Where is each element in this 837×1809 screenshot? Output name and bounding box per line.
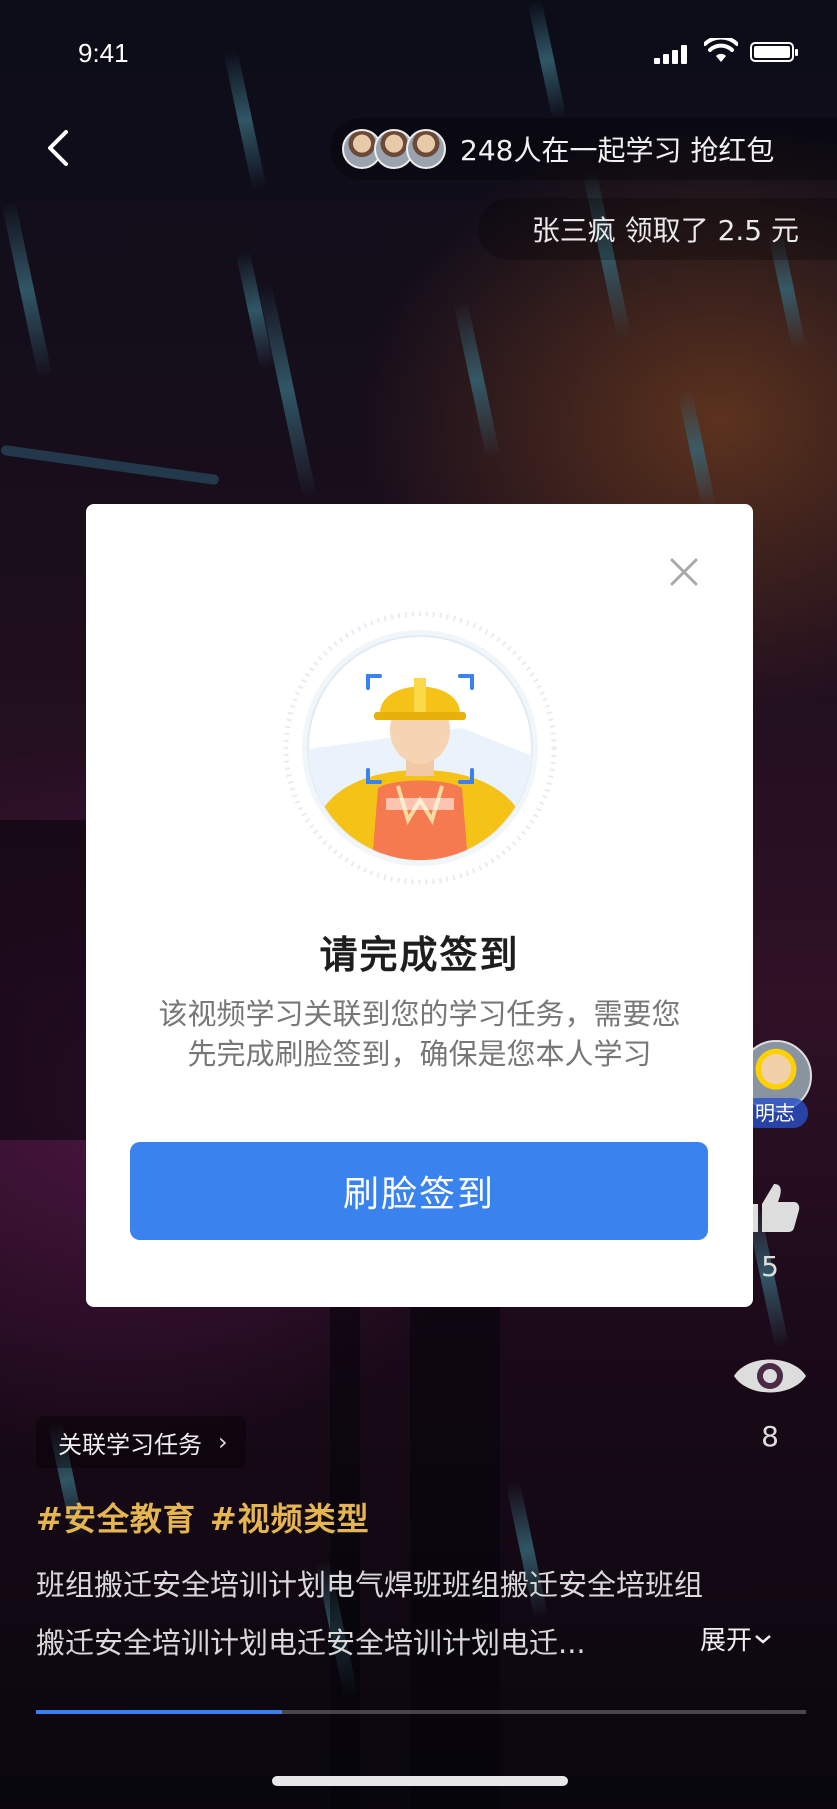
battery-icon: [750, 42, 798, 62]
eye-icon: [734, 1359, 806, 1393]
close-icon[interactable]: [666, 554, 702, 590]
hashtag[interactable]: #安全教育: [36, 1500, 196, 1538]
related-task-label: 关联学习任务: [58, 1430, 202, 1459]
video-progress-bar[interactable]: [36, 1710, 806, 1714]
related-task-link[interactable]: 关联学习任务 ›: [36, 1416, 246, 1468]
cellular-signal-icon: [654, 44, 690, 64]
expand-button[interactable]: 展开: [700, 1620, 774, 1657]
face-signin-button[interactable]: 刷脸签到: [130, 1142, 708, 1240]
dialog-description: 该视频学习关联到您的学习任务，需要您 先完成刷脸签到，确保是您本人学习: [126, 994, 713, 1074]
status-time: 9:41: [78, 38, 129, 68]
view-count: 8: [761, 1420, 779, 1453]
back-arrow-icon[interactable]: [40, 128, 76, 168]
learners-grab-redpacket-pill[interactable]: 248人在一起学习 抢红包: [330, 118, 837, 180]
description-line: 班组搬迁安全培训计划电气焊班班组搬迁安全培班组: [36, 1568, 704, 1602]
chevron-right-icon: ›: [218, 1428, 228, 1456]
wifi-icon: [704, 38, 738, 62]
video-progress-fill: [36, 1710, 283, 1714]
chevron-down-icon: [755, 1634, 771, 1644]
learners-count-text: 248人在一起学习 抢红包: [460, 134, 775, 167]
description-line: 搬迁安全培训计划电迁安全培训计划电迁...: [36, 1626, 586, 1660]
video-description: 班组搬迁安全培训计划电气焊班班组搬迁安全培班组 搬迁安全培训计划电迁安全培训计划…: [36, 1556, 806, 1672]
description-line: 该视频学习关联到您的学习任务，需要您: [158, 997, 681, 1031]
status-bar: 9:41: [0, 0, 837, 100]
learner-avatars: [342, 129, 446, 169]
description-line: 先完成刷脸签到，确保是您本人学习: [187, 1037, 652, 1071]
hashtag-list: #安全教育 #视频类型: [36, 1494, 384, 1540]
expand-label: 展开: [700, 1626, 753, 1656]
dialog-title: 请完成签到: [319, 933, 520, 977]
home-indicator[interactable]: [272, 1776, 568, 1786]
hashtag[interactable]: #视频类型: [210, 1500, 370, 1538]
video-player-screen: 9:41 248人在一起学习 抢红包 张三疯 领取了 2.5 元 明志 5 8 …: [0, 0, 837, 1809]
face-signin-dialog: 请完成签到 该视频学习关联到您的学习任务，需要您 先完成刷脸签到，确保是您本人学…: [86, 504, 753, 1307]
face-scan-worker-illustration: [283, 611, 557, 885]
redpacket-claim-notice: 张三疯 领取了 2.5 元: [478, 198, 837, 260]
avatar: [406, 129, 446, 169]
